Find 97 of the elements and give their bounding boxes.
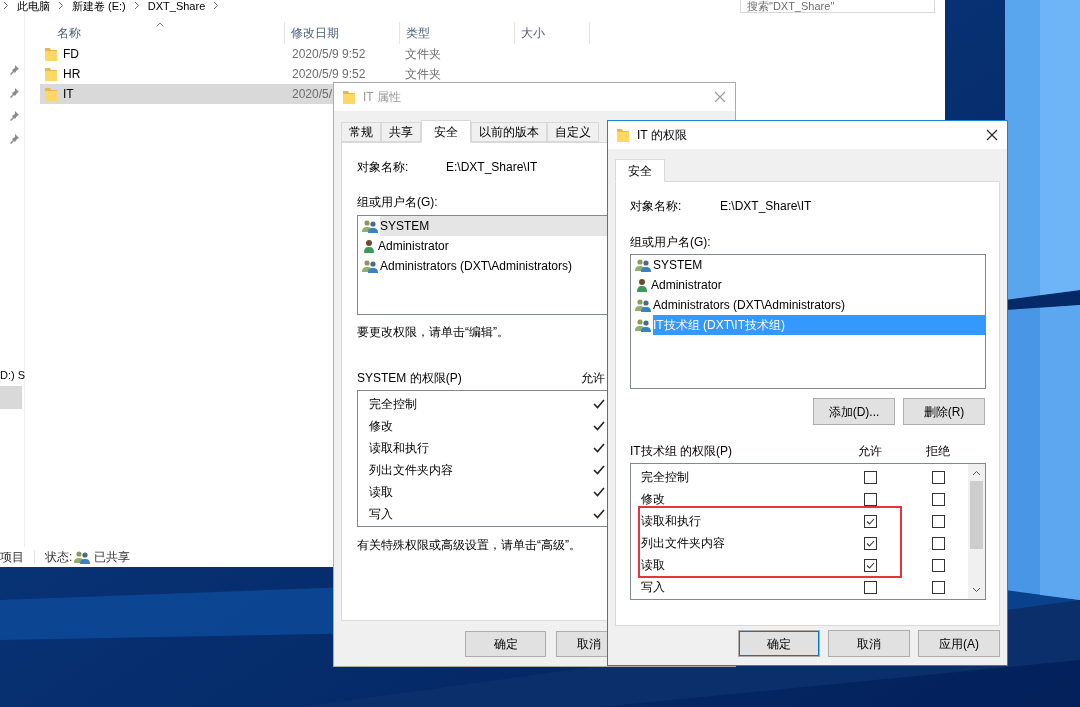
list-item[interactable]: Administrators (DXT\Administrators): [653, 295, 985, 315]
window-title: IT 属性: [363, 89, 401, 106]
permission-name: 写入: [368, 507, 394, 521]
users-icon: [635, 258, 651, 272]
item-count: 项目: [0, 549, 24, 566]
permission-name: 列出文件夹内容: [640, 536, 726, 550]
checkbox[interactable]: [863, 492, 877, 506]
permission-name: 完全控制: [640, 470, 690, 484]
user-icon: [362, 239, 376, 253]
tab[interactable]: 安全: [615, 159, 665, 182]
checkbox[interactable]: [931, 558, 945, 572]
scroll-up-icon[interactable]: [972, 470, 981, 476]
button[interactable]: 取消: [828, 630, 910, 657]
list-label: IT技术组 的权限(P): [630, 444, 733, 458]
status-label: 状态:: [45, 549, 73, 566]
close-icon[interactable]: [986, 129, 998, 141]
object-name: E:\DXT_Share\IT: [720, 199, 812, 213]
column-header: 允许: [857, 444, 883, 458]
permission-name: 修改: [640, 492, 666, 506]
sort-caret-icon: [156, 22, 164, 27]
list-item[interactable]: Administrator: [651, 275, 985, 295]
tab[interactable]: 共享: [381, 122, 421, 142]
file-name: IT: [63, 86, 74, 103]
checkbox[interactable]: [931, 470, 945, 484]
users-icon: [635, 298, 651, 312]
list-label: 组或用户名(G):: [630, 235, 711, 249]
users-icon: [362, 259, 378, 273]
pin-icon: [9, 65, 19, 75]
chevron-right-icon: [58, 1, 64, 10]
hint-text: 要更改权限，请单击“编辑”。: [357, 325, 509, 339]
checkbox[interactable]: [931, 536, 945, 550]
tab[interactable]: 以前的版本: [471, 122, 547, 142]
folder-icon: [45, 87, 57, 101]
permission-name: 完全控制: [368, 397, 418, 411]
file-name: FD: [63, 46, 79, 63]
users-icon: [635, 318, 651, 332]
hint-text: 有关特殊权限或高级设置，请单击“高级”。: [357, 538, 581, 552]
date-text: 2020/5/: [292, 87, 333, 101]
permission-name: 读取: [640, 558, 666, 572]
checkbox[interactable]: [863, 470, 877, 484]
object-name: E:\DXT_Share\IT: [446, 160, 538, 174]
folder-icon: [45, 67, 57, 81]
checkbox[interactable]: [863, 558, 877, 572]
users-icon: [74, 550, 91, 564]
button[interactable]: 删除(R): [903, 398, 985, 425]
file-name: HR: [63, 66, 81, 83]
field-label: 对象名称:: [357, 160, 410, 174]
list-label: SYSTEM 的权限(P): [357, 371, 463, 385]
nav-item[interactable]: D:) S: [0, 368, 26, 382]
permission-name: 列出文件夹内容: [368, 463, 454, 477]
permission-name: 读取和执行: [640, 514, 702, 528]
chevron-right-icon: [213, 1, 220, 10]
tab[interactable]: 自定义: [547, 122, 599, 142]
button[interactable]: 确定: [465, 631, 546, 657]
button[interactable]: 添加(D)...: [813, 398, 895, 425]
permission-name: 修改: [368, 419, 394, 433]
chevron-right-icon: [3, 1, 9, 10]
checkbox[interactable]: [931, 580, 945, 594]
type-text: 文件夹: [405, 67, 441, 81]
folder-icon: [617, 128, 629, 142]
folder-icon: [343, 90, 355, 104]
folder-icon: [45, 47, 57, 61]
window-title: IT 的权限: [637, 127, 687, 144]
user-icon: [635, 278, 649, 292]
pin-icon: [9, 134, 19, 144]
checkbox[interactable]: [931, 492, 945, 506]
date-text: 2020/5/9 9:52: [292, 67, 366, 81]
list-label: 组或用户名(G):: [357, 195, 438, 209]
breadcrumb-item[interactable]: 此电脑: [17, 0, 50, 13]
checkbox[interactable]: [863, 580, 877, 594]
button[interactable]: 应用(A): [918, 630, 1000, 657]
column-header: 拒绝: [925, 444, 951, 458]
date-text: 2020/5/9 9:52: [292, 47, 366, 61]
checkbox[interactable]: [863, 514, 877, 528]
users-icon: [362, 219, 378, 233]
permission-name: 读取: [368, 485, 394, 499]
tab[interactable]: 常规: [341, 122, 381, 142]
field-label: 对象名称:: [630, 199, 683, 213]
scrollbar[interactable]: [968, 464, 985, 599]
column-header: 允许: [581, 371, 606, 385]
search-field[interactable]: 搜索"DXT_Share": [740, 0, 935, 13]
tab[interactable]: 安全: [421, 120, 471, 143]
status-text: 已共享: [94, 549, 131, 566]
list-item[interactable]: SYSTEM: [653, 255, 985, 275]
pin-icon: [9, 88, 19, 98]
checkbox[interactable]: [931, 514, 945, 528]
breadcrumb-item[interactable]: 新建卷 (E:): [72, 0, 126, 13]
scroll-down-icon[interactable]: [972, 587, 981, 593]
breadcrumb-item[interactable]: DXT_Share: [147, 0, 206, 13]
type-text: 文件夹: [405, 47, 441, 61]
scrollbar-thumb[interactable]: [970, 481, 983, 549]
checkbox[interactable]: [863, 536, 877, 550]
pin-icon: [9, 111, 19, 121]
permission-name: 写入: [640, 580, 666, 594]
chevron-right-icon: [133, 1, 140, 10]
permission-name: 读取和执行: [368, 441, 430, 455]
button[interactable]: 确定: [738, 630, 820, 657]
